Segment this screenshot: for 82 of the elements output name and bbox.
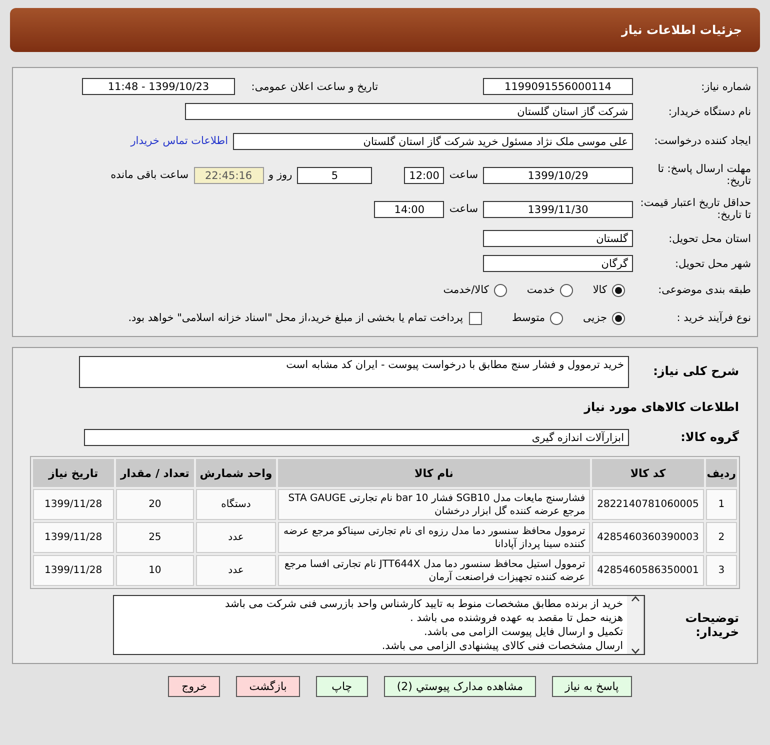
buyer-org-field: شرکت گاز استان گلستان [185,103,633,120]
action-button[interactable]: چاپ [316,676,368,697]
radio-label: کالا/خدمت [443,284,489,296]
time-label: ساعت [449,203,478,215]
field-label: نوع فرآیند خرید : [676,312,752,324]
days-label: روز و [268,169,292,181]
radio-button[interactable] [550,312,564,324]
need-number-field: 1199091556000114 [483,78,633,95]
table-cell: 20 [116,489,194,520]
note-line: تکمیل و ارسال فایل پیوست الزامی می باشد. [422,625,623,639]
deadline-time-field: 12:00 [404,166,444,184]
field-label: استان محل تحویل: [668,232,752,244]
column-header: نام کالا [278,459,590,487]
field-label: طبقه بندی موضوعی: [657,284,752,296]
radio-button[interactable] [612,312,625,324]
radio-button[interactable] [612,284,625,296]
description-field: خرید ترموول و فشار سنج مطابق با درخواست پیوست - ایران کد مشابه است [79,356,629,388]
column-header: واحد شمارش [196,459,276,487]
action-button[interactable]: پاسخ به نیاز [552,676,632,697]
table-cell: 2822140781060005 [592,489,704,520]
table-cell: 3 [706,555,737,586]
days-field: 5 [297,166,372,184]
column-header: تعداد / مقدار [116,459,194,487]
validity-date-field: 1399/11/30 [483,200,633,218]
action-button[interactable]: بازگشت [236,676,300,697]
page-title: جزئیات اطلاعات نیاز [621,23,742,37]
requester-field: علی موسی ملک نژاد مسئول خرید شرکت گاز استان گلستان [233,132,633,150]
field-label: شهر محل تحویل: [674,258,752,270]
field-label: شماره نیاز: [700,80,752,92]
table-cell: 4285460360390003 [592,522,704,553]
column-header: تاریخ نیاز [33,459,114,487]
buyer-contact-link[interactable]: اطلاعات تماس خریدار [130,135,228,147]
note-line: خرید از برنده مطابق مشخصات منوط به تایید کارشناس واحد بازرسی فنی شرکت می باشد [224,597,623,611]
checkbox-label: پرداخت تمام یا بخشی از مبلغ خرید،از محل "اسناد خزانه اسلامی" خواهد بود. [128,312,464,324]
table-cell: 2 [706,522,737,553]
action-button[interactable]: مشاهده مدارک پیوستي (2) [384,676,536,697]
note-line: هزینه حمل تا مقصد به عهده فروشنده می باشد . [409,611,623,625]
table-cell: ترموول استیل محافظ سنسور دما مدل JTT644X نام تجارتی افسا مرجع عرضه کننده تجهیزات فراصنعت آرمان [278,555,590,586]
remaining-label: ساعت باقی مانده [110,169,189,181]
announce-date-field: 1399/10/23 - 11:48 [82,78,235,95]
column-header: کد کالا [592,459,704,487]
radio-button[interactable] [494,284,507,296]
province-field: گلستان [483,230,633,247]
radio-label: خدمت [526,284,555,296]
field-label: توضیحات خریدار: [684,611,740,639]
scrollbar[interactable] [627,596,644,654]
table-cell: 10 [116,555,194,586]
field-label: شرح کلی نیاز: [652,363,740,378]
radio-label: جزیی [583,312,607,324]
radio-button[interactable] [560,284,573,296]
table-cell: 25 [116,522,194,553]
radio-label: کالا [592,284,607,296]
radio-label: متوسط [512,312,546,324]
remaining-time-field: 22:45:16 [194,166,264,184]
field-label: مهلت ارسال پاسخ: تا تاریخ: [656,163,752,187]
column-header: ردیف [706,459,737,487]
table-cell: 4285460586350001 [592,555,704,586]
section-heading: اطلاعات کالاهای مورد نیاز [584,400,740,414]
table-cell: عدد [196,555,276,586]
field-label: ایجاد کننده درخواست: [653,135,752,147]
city-field: گرگان [483,255,633,272]
time-label: ساعت [449,169,478,181]
field-label: تاریخ و ساعت اعلان عمومی: [250,80,378,92]
scroll-down-icon[interactable] [630,648,640,654]
table-cell: ترموول محافظ سنسور دما مدل رزوه ای نام تجارتی سیناکو مرجع عرضه کننده سینا پرداز آپادانا [278,522,590,553]
note-line: ارسال مشخصات فنی کالای پیشنهادی الزامی می باشد. [380,639,623,653]
table-cell: 1399/11/28 [33,522,114,553]
field-label: نام دستگاه خریدار: [667,106,752,118]
table-cell: فشارسنج مایعات مدل SGB10 فشار 10 bar نام تجارتی STA GAUGE مرجع عرضه کننده گل ابزار درخشان [278,489,590,520]
field-label: حداقل تاریخ اعتبار قیمت: تا تاریخ: [639,197,752,221]
table-cell: 1399/11/28 [33,489,114,520]
table-cell: عدد [196,522,276,553]
scroll-up-icon[interactable] [630,596,640,602]
action-button[interactable]: خروج [168,676,220,697]
field-label: گروه کالا: [680,430,740,444]
table-cell: دستگاه [196,489,276,520]
validity-time-field: 14:00 [374,200,444,218]
table-cell: 1 [706,489,737,520]
deadline-date-field: 1399/10/29 [483,166,633,184]
checkbox[interactable] [469,312,482,324]
goods-group-field: ابزارآلات اندازه گیری [84,428,629,446]
table-cell: 1399/11/28 [33,555,114,586]
